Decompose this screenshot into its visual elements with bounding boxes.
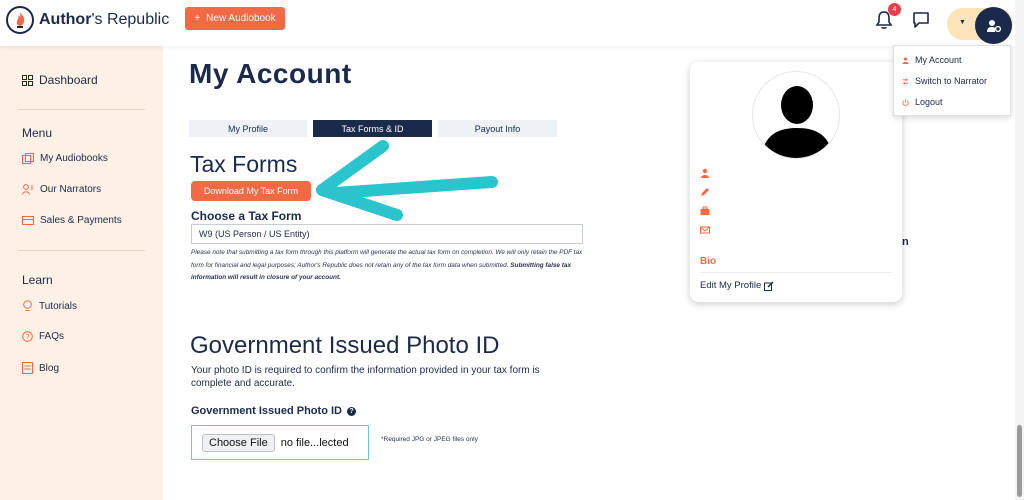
tab-tax-forms-id[interactable]: Tax Forms & ID [313,120,432,137]
edit-icon [764,281,774,291]
menu-item-logout[interactable]: Logout [902,97,943,107]
pencil-icon [701,188,709,196]
help-icon[interactable]: ? [346,406,356,416]
profile-avatar [752,71,840,159]
power-icon [902,98,909,106]
divider [700,272,892,273]
profile-card: Bio Edit My Profile [690,62,902,302]
sidebar-item-sales-payments[interactable]: Sales & Payments [22,215,122,226]
tax-form-select[interactable]: W9 (US Person / US Entity) [191,224,583,244]
caret-down-icon[interactable]: ▼ [959,19,966,26]
sidebar-item-my-audiobooks[interactable]: My Audiobooks [22,153,108,164]
learn-heading: Learn [22,273,53,287]
file-requirement-hint: *Required JPG or JPEG files only [381,436,478,443]
plus-icon: + [194,13,201,24]
menu-item-switch-to-narrator[interactable]: Switch to Narrator [902,76,987,86]
sidebar-item-blog[interactable]: Blog [22,362,59,374]
choose-file-button[interactable]: Choose File [202,433,275,452]
lightbulb-icon [23,300,32,311]
tab-payout-info[interactable]: Payout Info [438,120,557,137]
user-avatar-button[interactable] [975,7,1012,44]
sidebar-item-faqs[interactable]: ? FAQs [22,331,64,342]
audiobooks-icon [22,153,34,164]
choose-tax-form-label: Choose a Tax Form [191,209,302,223]
user-gear-icon [986,19,1001,32]
briefcase-icon [700,206,710,215]
new-audiobook-button[interactable]: + New Audiobook [185,7,285,30]
photo-id-label: Government Issued Photo ID ? [191,405,356,417]
sidebar-item-label: Blog [39,362,60,374]
notification-badge: 4 [888,3,901,16]
sidebar-item-label: Dashboard [39,73,98,87]
question-icon: ? [22,331,33,342]
narrators-icon [22,184,33,195]
photo-id-heading: Government Issued Photo ID [190,332,500,359]
top-bar: Author's Republic + New Audiobook 4 ▼ [0,0,1024,46]
photo-id-description: Your photo ID is required to confirm the… [191,365,540,389]
person-icon [701,168,709,178]
sidebar-item-label: Sales & Payments [40,215,122,226]
switch-icon [902,77,909,85]
sidebar-item-dashboard[interactable]: Dashboard [22,73,98,87]
download-tax-form-button[interactable]: Download My Tax Form [191,181,311,201]
chat-icon[interactable] [912,11,930,34]
partial-hidden-text: n [902,236,909,248]
page-title: My Account [189,58,352,89]
tax-forms-heading: Tax Forms [190,151,298,177]
brand-name: Author's Republic [39,11,170,28]
divider [18,109,145,110]
logo[interactable]: Author's Republic [6,6,169,34]
tax-form-note: Please note that submitting a tax form t… [191,249,583,281]
sidebar-item-label: My Audiobooks [40,153,108,164]
divider [18,250,145,251]
tab-my-profile[interactable]: My Profile [189,120,307,137]
person-icon [902,56,909,64]
menu-heading: Menu [22,126,53,140]
person-silhouette-icon [761,86,833,158]
blog-icon [22,362,33,374]
sidebar-item-our-narrators[interactable]: Our Narrators [22,184,101,195]
sidebar-item-label: Our Narrators [40,184,102,195]
bio-label: Bio [700,256,717,267]
envelope-icon [700,226,710,234]
dashboard-icon [22,74,33,86]
payments-icon [22,216,34,225]
photo-id-file-input[interactable]: Choose File no file...lected [191,425,369,460]
new-audiobook-label: New Audiobook [206,13,276,24]
sidebar: Dashboard Menu My Audiobooks Our Narrato… [0,46,163,500]
scrollbar-thumb[interactable] [1017,425,1022,497]
svg-text:?: ? [26,334,30,341]
sidebar-item-tutorials[interactable]: Tutorials [22,300,77,312]
selected-file-name: no file...lected [280,436,349,449]
edit-profile-link[interactable]: Edit My Profile [700,280,774,291]
flame-logo-icon [6,6,34,34]
sidebar-item-label: FAQs [39,331,65,342]
sidebar-item-label: Tutorials [39,300,77,312]
menu-item-my-account[interactable]: My Account [902,55,962,65]
user-dropdown-menu: My Account Switch to Narrator Logout [893,45,1011,116]
